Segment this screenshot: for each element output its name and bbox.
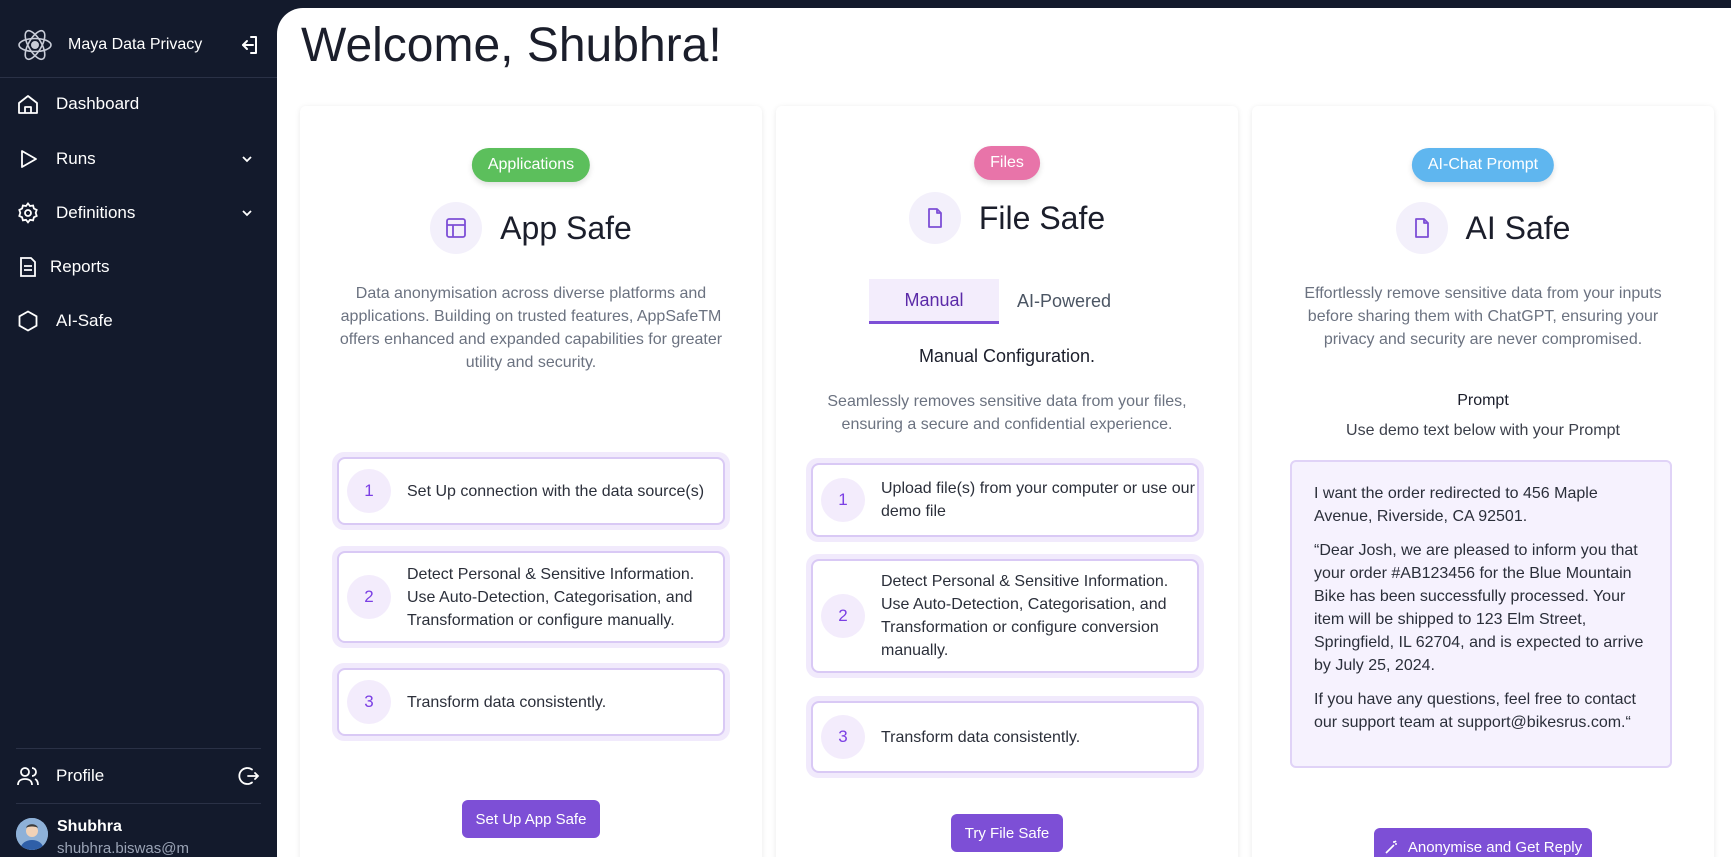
step-card: 2 Detect Personal & Sensitive Informatio… bbox=[806, 554, 1204, 678]
sidebar-item-label: AI-Safe bbox=[56, 311, 113, 330]
step-number: 2 bbox=[347, 575, 391, 619]
sidebar-item-ai-safe[interactable]: AI-Safe bbox=[16, 301, 261, 341]
app-safe-title: App Safe bbox=[500, 209, 632, 246]
profile-label: Profile bbox=[56, 766, 105, 785]
app-safe-header: App Safe bbox=[300, 202, 762, 254]
demo-paragraph: “Dear Josh, we are pleased to inform you… bbox=[1314, 542, 1644, 674]
sidebar: Maya Data Privacy Dashboard Runs Definit… bbox=[0, 0, 277, 857]
anonymise-and-get-reply-button[interactable]: Anonymise and Get Reply bbox=[1374, 828, 1592, 857]
sidebar-item-label: Reports bbox=[50, 257, 110, 276]
app-safe-card: Applications App Safe Data anonymisation… bbox=[300, 106, 762, 857]
brand-name: Maya Data Privacy bbox=[68, 36, 203, 53]
logout-icon[interactable] bbox=[237, 764, 261, 788]
demo-paragraph: If you have any questions, feel free to … bbox=[1314, 691, 1636, 731]
ai-safe-description: Effortlessly remove sensitive data from … bbox=[1304, 285, 1662, 348]
file-safe-card: Files File Safe Manual AI-Powered Manual… bbox=[776, 106, 1238, 857]
ai-safe-header: AI Safe bbox=[1252, 202, 1714, 254]
sidebar-item-runs[interactable]: Runs bbox=[16, 139, 261, 179]
set-up-app-safe-button[interactable]: Set Up App Safe bbox=[462, 800, 600, 838]
step-card: 1 Set Up connection with the data source… bbox=[332, 452, 730, 530]
main-content: Welcome, Shubhra! Applications App Safe … bbox=[277, 8, 1731, 857]
sidebar-item-label: Runs bbox=[56, 149, 96, 168]
step-text: Detect Personal & Sensitive Information.… bbox=[881, 573, 1169, 659]
files-tag: Files bbox=[974, 146, 1040, 180]
demo-text-box[interactable]: I want the order redirected to 456 Maple… bbox=[1290, 460, 1672, 768]
layout-icon bbox=[430, 202, 483, 254]
step-number: 1 bbox=[821, 478, 865, 522]
step-card: 3 Transform data consistently. bbox=[806, 696, 1204, 778]
file-safe-title: File Safe bbox=[978, 199, 1106, 236]
step-number: 1 bbox=[347, 469, 391, 513]
step-text: Set Up connection with the data source(s… bbox=[407, 482, 705, 500]
manual-configuration-heading: Manual Configuration. bbox=[918, 346, 1096, 366]
home-icon bbox=[18, 95, 38, 114]
sidebar-divider bbox=[16, 748, 261, 749]
step-number: 3 bbox=[347, 680, 391, 724]
user-card[interactable]: Shubhra shubhra.biswas@m bbox=[16, 818, 261, 857]
tab-ai-powered[interactable]: AI-Powered bbox=[999, 279, 1129, 324]
file-icon bbox=[1395, 202, 1448, 254]
magic-wand-icon bbox=[1385, 840, 1397, 854]
step-card: 3 Transform data consistently. bbox=[332, 663, 730, 741]
applications-tag: Applications bbox=[471, 148, 591, 182]
brand: Maya Data Privacy bbox=[16, 26, 261, 64]
sidebar-item-definitions[interactable]: Definitions bbox=[16, 193, 261, 233]
ai-safe-card: AI-Chat Prompt AI Safe Effortlessly remo… bbox=[1252, 106, 1714, 857]
file-safe-tabs: Manual AI-Powered bbox=[869, 279, 1129, 324]
user-email: shubhra.biswas@m bbox=[57, 840, 189, 857]
file-safe-header: File Safe bbox=[776, 192, 1238, 244]
step-number: 3 bbox=[821, 715, 865, 759]
hexagon-icon bbox=[18, 310, 38, 332]
step-text: Detect Personal & Sensitive Information.… bbox=[407, 565, 695, 629]
ai-safe-title: AI Safe bbox=[1465, 209, 1571, 246]
play-icon bbox=[21, 150, 37, 168]
document-icon bbox=[20, 257, 36, 277]
avatar bbox=[16, 818, 48, 850]
file-icon bbox=[908, 192, 961, 244]
user-name: Shubhra bbox=[57, 818, 122, 835]
prompt-hint: Use demo text below with your Prompt bbox=[1346, 422, 1620, 439]
chevron-down-icon[interactable] bbox=[239, 205, 255, 221]
sidebar-divider bbox=[16, 803, 261, 804]
collapse-sidebar-icon[interactable] bbox=[237, 33, 261, 57]
users-icon bbox=[17, 767, 39, 786]
page-title: Welcome, Shubhra! bbox=[301, 19, 722, 72]
anonymise-button-label: Anonymise and Get Reply bbox=[1407, 838, 1583, 856]
prompt-label: Prompt bbox=[1457, 392, 1509, 409]
sidebar-divider bbox=[0, 77, 277, 78]
sidebar-item-label: Definitions bbox=[56, 203, 136, 222]
step-text: Upload file(s) from your computer or use… bbox=[881, 480, 1195, 520]
tab-manual[interactable]: Manual bbox=[869, 279, 999, 324]
sidebar-item-dashboard[interactable]: Dashboard bbox=[16, 84, 261, 124]
chevron-down-icon[interactable] bbox=[239, 151, 255, 167]
step-text: Transform data consistently. bbox=[407, 693, 607, 711]
sidebar-item-reports[interactable]: Reports bbox=[16, 247, 261, 287]
sidebar-item-label: Dashboard bbox=[56, 94, 140, 113]
atom-logo-icon bbox=[18, 29, 52, 61]
demo-paragraph: I want the order redirected to 456 Maple… bbox=[1314, 485, 1598, 525]
step-card: 2 Detect Personal & Sensitive Informatio… bbox=[332, 546, 730, 648]
try-file-safe-button[interactable]: Try File Safe bbox=[951, 814, 1063, 852]
sidebar-item-profile[interactable]: Profile bbox=[16, 756, 261, 796]
ai-chat-prompt-tag: AI-Chat Prompt bbox=[1411, 148, 1555, 182]
gear-icon bbox=[18, 202, 38, 224]
file-safe-description: Seamlessly removes sensitive data from y… bbox=[827, 393, 1187, 433]
app-safe-description: Data anonymisation across diverse platfo… bbox=[339, 285, 723, 371]
step-card: 1 Upload file(s) from your computer or u… bbox=[806, 458, 1204, 542]
step-text: Transform data consistently. bbox=[881, 728, 1081, 746]
step-number: 2 bbox=[821, 594, 865, 638]
